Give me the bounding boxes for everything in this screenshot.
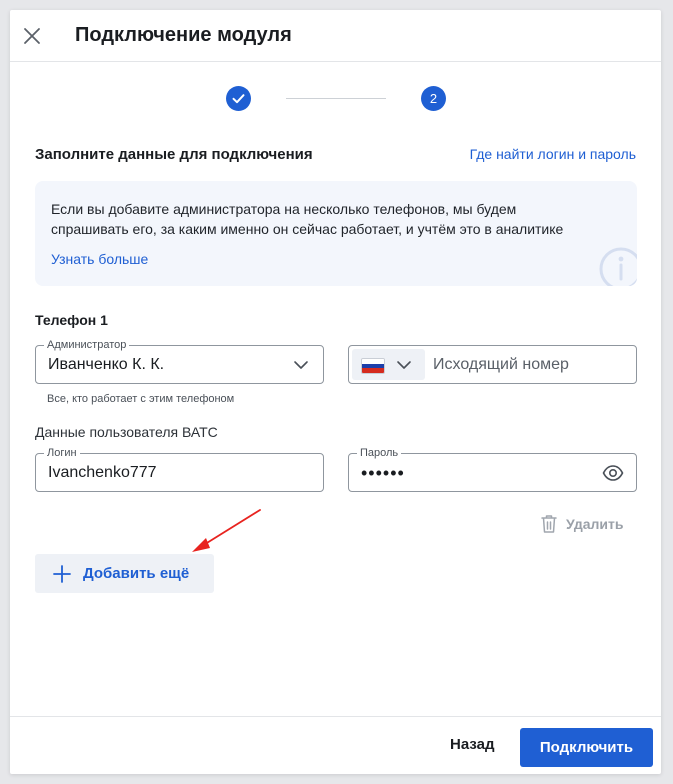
- where-to-find-credentials-link[interactable]: Где найти логин и пароль: [470, 146, 636, 162]
- section-title: Заполните данные для подключения: [35, 146, 313, 163]
- stepper: 2: [10, 86, 661, 112]
- back-button[interactable]: Назад: [450, 736, 494, 753]
- close-button[interactable]: [20, 24, 44, 48]
- step-1-done: [226, 86, 251, 111]
- modal-footer: Назад Подключить: [10, 716, 661, 774]
- connect-button[interactable]: Подключить: [520, 728, 653, 767]
- login-label: Логин: [44, 446, 80, 460]
- annotation-arrow: [192, 509, 261, 552]
- administrator-value: Иванченко К. К.: [48, 356, 165, 373]
- country-code-select[interactable]: [352, 349, 425, 380]
- connect-module-modal: Подключение модуля 2 Заполните данные дл…: [10, 10, 661, 774]
- close-icon: [24, 28, 40, 44]
- modal-header: Подключение модуля: [10, 10, 661, 62]
- password-value: ••••••: [361, 463, 405, 483]
- administrator-hint: Все, кто работает с этим телефоном: [47, 393, 235, 405]
- password-label: Пароль: [357, 446, 402, 460]
- delete-label: Удалить: [566, 516, 624, 532]
- add-more-label: Добавить ещё: [83, 565, 190, 582]
- plus-icon: [53, 565, 71, 583]
- modal-title: Подключение модуля: [75, 24, 292, 46]
- step-connector: [286, 98, 386, 99]
- learn-more-link[interactable]: Узнать больше: [51, 251, 148, 267]
- eye-icon: [602, 465, 624, 481]
- phone-block-title: Телефон 1: [35, 312, 108, 328]
- outgoing-number-input[interactable]: Исходящий номер: [433, 356, 569, 374]
- administrator-label: Администратор: [44, 338, 130, 352]
- step-2-active: 2: [421, 86, 446, 111]
- administrator-select[interactable]: Администратор Иванченко К. К.: [35, 338, 324, 384]
- info-banner: Если вы добавите администратора на неско…: [35, 181, 637, 286]
- login-field[interactable]: Логин Ivanchenko777: [35, 446, 324, 492]
- login-value: Ivanchenko777: [48, 464, 157, 481]
- info-text: Если вы добавите администратора на неско…: [51, 201, 564, 237]
- add-more-button[interactable]: Добавить ещё: [35, 554, 214, 593]
- phone-number-field[interactable]: Исходящий номер: [348, 345, 637, 384]
- russia-flag-icon: [361, 358, 385, 374]
- chevron-down-icon: [294, 361, 308, 369]
- info-icon: [599, 247, 637, 286]
- check-icon: [232, 94, 245, 104]
- vats-user-data-title: Данные пользователя ВАТС: [35, 424, 218, 440]
- chevron-down-icon: [397, 361, 411, 369]
- show-password-toggle[interactable]: [602, 464, 624, 487]
- trash-icon: [541, 515, 557, 533]
- password-field[interactable]: Пароль ••••••: [348, 446, 637, 492]
